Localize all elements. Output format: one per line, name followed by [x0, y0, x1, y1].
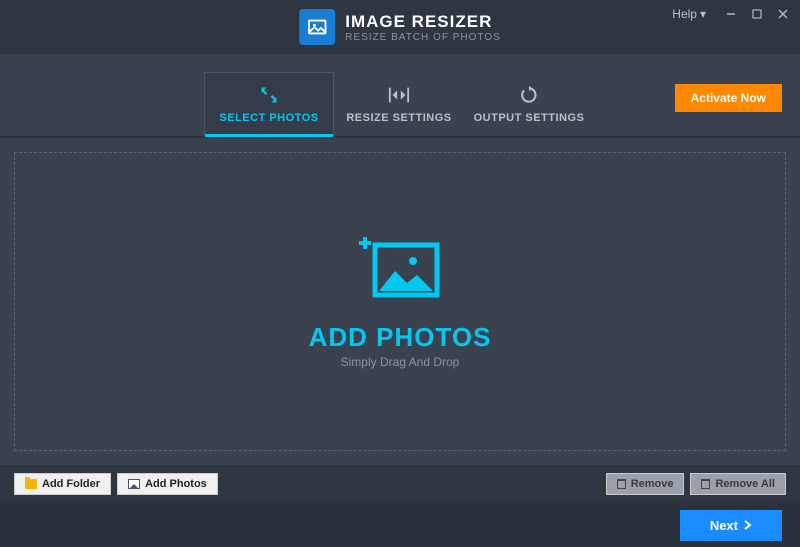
app-subtitle: RESIZE BATCH OF PHOTOS	[345, 32, 501, 43]
dropzone-subtitle: Simply Drag And Drop	[341, 355, 460, 369]
resize-width-icon	[388, 84, 410, 106]
add-folder-button[interactable]: Add Folder	[14, 473, 111, 495]
app-logo-block: IMAGE RESIZER RESIZE BATCH OF PHOTOS	[299, 9, 501, 45]
step-tabs: SELECT PHOTOS RESIZE SETTINGS OUTPUT SET…	[0, 54, 800, 138]
photo-icon	[128, 479, 140, 489]
refresh-icon	[518, 84, 540, 106]
tab-resize-settings[interactable]: RESIZE SETTINGS	[334, 72, 464, 136]
tab-select-photos[interactable]: SELECT PHOTOS	[204, 72, 334, 136]
footer: Next	[0, 503, 800, 547]
maximize-button[interactable]	[746, 4, 768, 24]
main-content: ADD PHOTOS Simply Drag And Drop	[0, 138, 800, 465]
close-button[interactable]	[772, 4, 794, 24]
remove-button[interactable]: Remove	[606, 473, 685, 495]
help-menu[interactable]: Help ▾	[672, 7, 706, 21]
trash-icon	[701, 479, 710, 489]
remove-all-button[interactable]: Remove All	[690, 473, 786, 495]
bottom-toolbar: Add Folder Add Photos Remove Remove All	[0, 465, 800, 503]
minimize-button[interactable]	[720, 4, 742, 24]
tab-output-settings[interactable]: OUTPUT SETTINGS	[464, 72, 594, 136]
activate-now-button[interactable]: Activate Now	[675, 84, 782, 112]
chevron-down-icon: ▾	[700, 7, 706, 21]
folder-icon	[25, 479, 37, 489]
add-photos-dropzone[interactable]: ADD PHOTOS Simply Drag And Drop	[14, 152, 786, 451]
titlebar: IMAGE RESIZER RESIZE BATCH OF PHOTOS Hel…	[0, 0, 800, 54]
next-button[interactable]: Next	[680, 510, 782, 541]
trash-icon	[617, 479, 626, 489]
add-photo-icon	[357, 235, 443, 310]
add-photos-button[interactable]: Add Photos	[117, 473, 218, 495]
expand-arrows-icon	[258, 84, 280, 106]
dropzone-title: ADD PHOTOS	[309, 322, 492, 353]
chevron-right-icon	[744, 518, 752, 533]
app-logo-icon	[299, 9, 335, 45]
app-title: IMAGE RESIZER	[345, 12, 501, 32]
